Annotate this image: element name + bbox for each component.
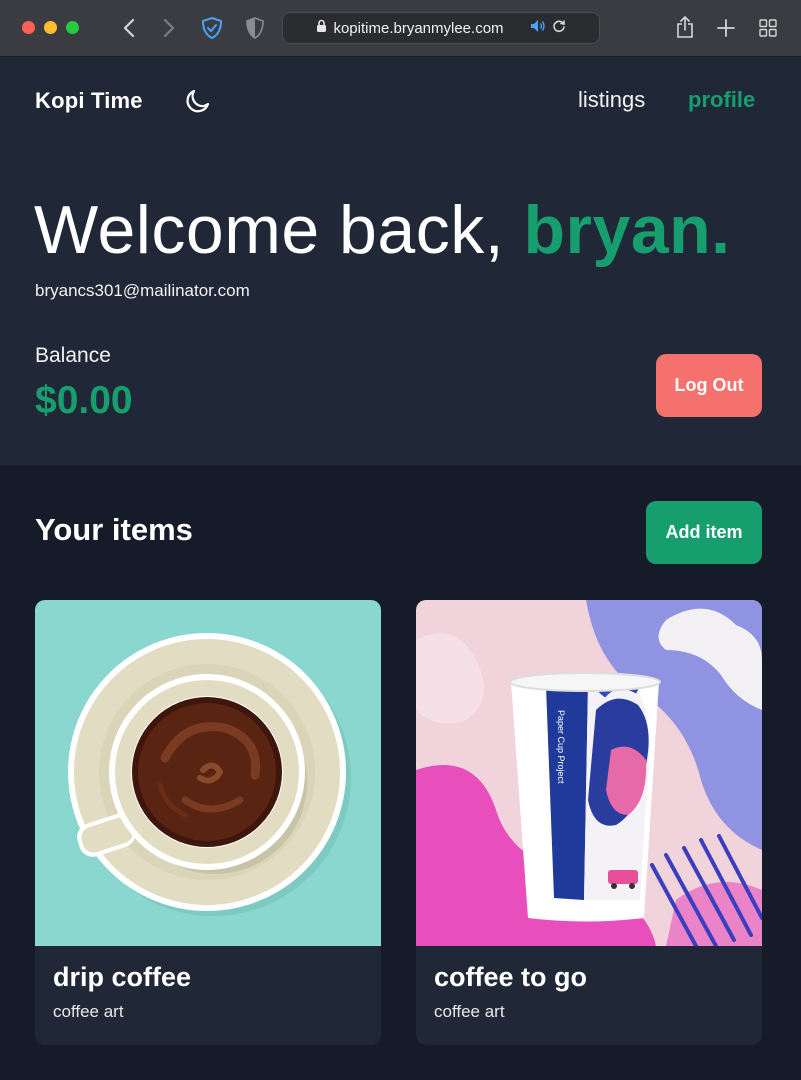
your-items-heading: Your items [35,512,193,547]
item-card-drip-coffee[interactable]: drip coffee coffee art [35,600,381,1045]
cup-print-text: Paper Cup Project [556,710,566,784]
window-close-button[interactable] [22,21,35,34]
dark-mode-toggle-icon[interactable] [184,87,212,115]
balance-value: $0.00 [35,379,133,422]
back-icon[interactable] [118,16,140,40]
logout-button[interactable]: Log Out [656,354,762,417]
brand-logo[interactable]: Kopi Time [35,88,143,114]
tab-overview-icon[interactable] [756,16,780,40]
profile-header-section: Kopi Time listings profile Welcome back,… [0,57,801,465]
coffee-to-go-image: Paper Cup Project [416,600,762,946]
url-text: kopitime.bryanmylee.com [333,19,504,37]
share-icon[interactable] [673,14,697,40]
balance-label: Balance [35,344,111,367]
lock-icon [316,19,327,38]
page: Kopi Time listings profile Welcome back,… [0,57,801,1080]
user-email: bryancs301@mailinator.com [35,281,250,300]
item-card-coffee-to-go[interactable]: Paper Cup Project coffee to go coffee ar… [416,600,762,1045]
welcome-heading: Welcome back, bryan. [34,191,731,269]
add-item-button[interactable]: Add item [646,501,762,564]
item-category: coffee art [53,1002,124,1021]
nav-profile-link[interactable]: profile [688,87,755,113]
address-bar[interactable]: kopitime.bryanmylee.com [282,12,600,44]
speaker-icon[interactable] [530,19,546,38]
new-tab-icon[interactable] [714,16,738,40]
extension-shield-icon[interactable] [244,16,266,40]
window-zoom-button[interactable] [66,21,79,34]
forward-icon[interactable] [158,16,180,40]
item-name: coffee to go [434,962,587,992]
drip-coffee-image [35,600,381,946]
item-name: drip coffee [53,962,192,992]
item-category: coffee art [434,1002,505,1021]
reload-icon[interactable] [552,19,566,38]
window-minimize-button[interactable] [44,21,57,34]
browser-toolbar: kopitime.bryanmylee.com [0,0,801,57]
welcome-greeting: Welcome back, [34,192,505,268]
privacy-shield-icon[interactable] [200,15,224,41]
nav-listings-link[interactable]: listings [578,87,645,113]
welcome-username: bryan. [523,192,731,268]
